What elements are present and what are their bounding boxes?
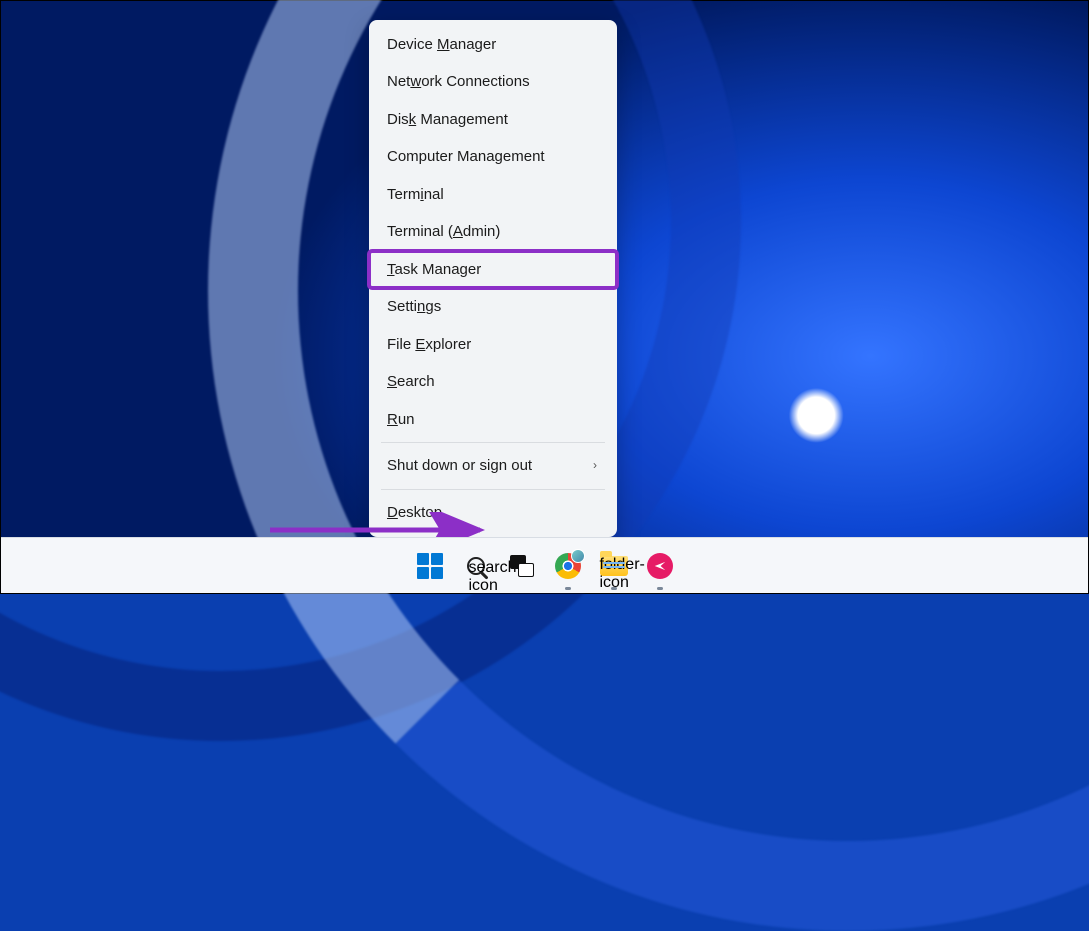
menu-item-file-explorer[interactable]: File Explorer bbox=[369, 326, 617, 364]
menu-item-label: Task Manager bbox=[387, 260, 481, 280]
menu-item-label: Network Connections bbox=[387, 72, 530, 92]
menu-item-run[interactable]: Run bbox=[369, 401, 617, 439]
menu-item-label: Desktop bbox=[387, 503, 442, 523]
start-button[interactable] bbox=[416, 552, 444, 580]
pink-app-icon bbox=[647, 553, 673, 579]
menu-item-computer-management[interactable]: Computer Management bbox=[369, 138, 617, 176]
menu-item-label: Search bbox=[387, 372, 435, 392]
chrome-button[interactable] bbox=[554, 552, 582, 580]
menu-item-terminal[interactable]: Terminal bbox=[369, 176, 617, 214]
winx-context-menu: Device Manager Network Connections Disk Ma… bbox=[369, 20, 617, 538]
menu-item-terminal-admin[interactable]: Terminal (Admin) bbox=[369, 213, 617, 251]
chrome-icon bbox=[555, 553, 581, 579]
menu-item-task-manager[interactable]: Task Manager bbox=[369, 251, 617, 289]
menu-item-label: Computer Management bbox=[387, 147, 545, 167]
menu-item-label: Settings bbox=[387, 297, 441, 317]
start-icon bbox=[417, 553, 443, 579]
menu-item-label: Terminal bbox=[387, 185, 444, 205]
folder-icon: folder-icon bbox=[600, 556, 628, 576]
menu-item-label: Shut down or sign out bbox=[387, 456, 532, 476]
menu-item-label: File Explorer bbox=[387, 335, 471, 355]
menu-item-search[interactable]: Search bbox=[369, 363, 617, 401]
menu-item-label: Terminal (Admin) bbox=[387, 222, 500, 242]
chevron-right-icon: › bbox=[593, 458, 597, 474]
menu-item-label: Run bbox=[387, 410, 415, 430]
menu-item-shut-down-or-sign-out[interactable]: Shut down or sign out › bbox=[369, 447, 617, 485]
task-view-icon bbox=[510, 555, 534, 577]
menu-item-device-manager[interactable]: Device Manager bbox=[369, 26, 617, 64]
menu-item-settings[interactable]: Settings bbox=[369, 288, 617, 326]
menu-item-disk-management[interactable]: Disk Management bbox=[369, 101, 617, 139]
menu-item-desktop[interactable]: Desktop bbox=[369, 494, 617, 532]
menu-separator bbox=[381, 489, 605, 490]
menu-item-label: Device Manager bbox=[387, 35, 496, 55]
taskbar: search-icon folder-icon bbox=[1, 537, 1088, 593]
menu-separator bbox=[381, 442, 605, 443]
file-explorer-button[interactable]: folder-icon bbox=[600, 552, 628, 580]
search-button[interactable]: search-icon bbox=[462, 552, 490, 580]
menu-item-network-connections[interactable]: Network Connections bbox=[369, 63, 617, 101]
task-view-button[interactable] bbox=[508, 552, 536, 580]
search-icon: search-icon bbox=[467, 557, 485, 575]
app-button[interactable] bbox=[646, 552, 674, 580]
menu-item-label: Disk Management bbox=[387, 110, 508, 130]
